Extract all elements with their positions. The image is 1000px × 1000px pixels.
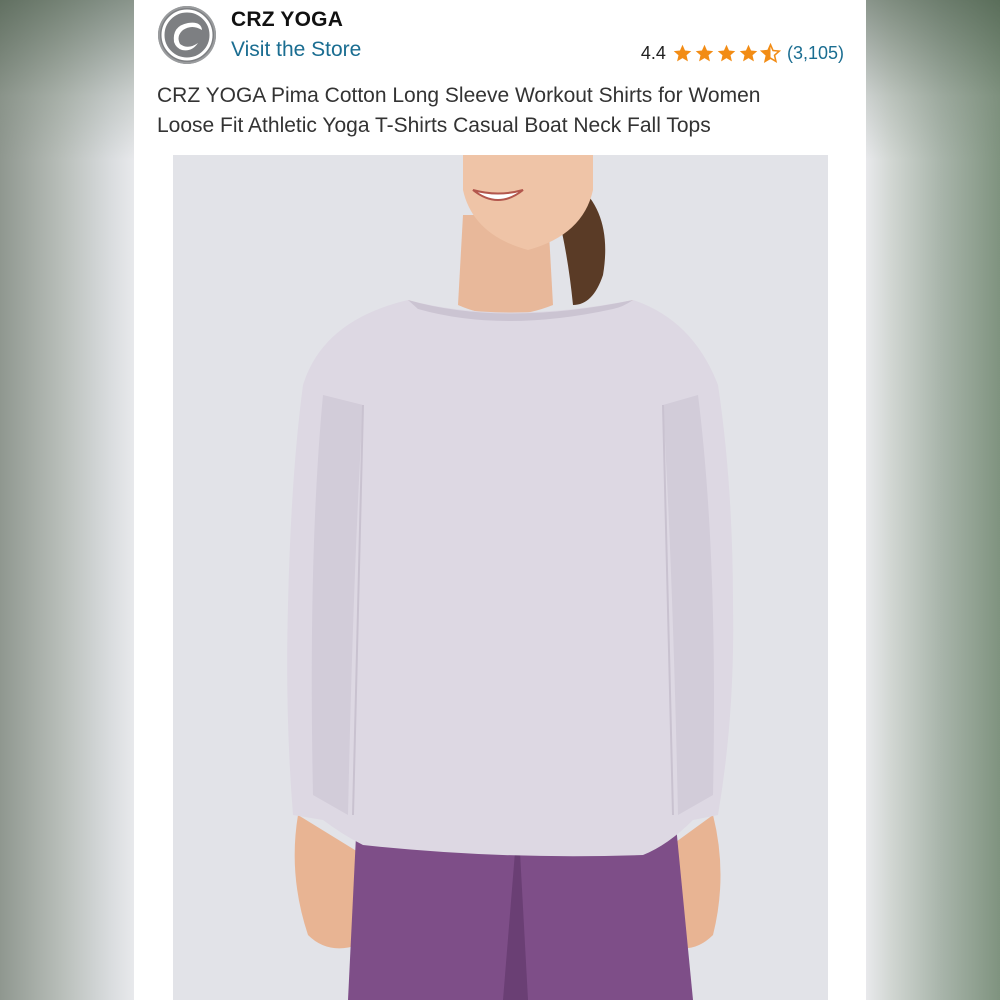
product-card: CRZ YOGA Visit the Store 4.4 (3,105) CRZ…: [134, 0, 866, 1000]
product-header: CRZ YOGA Visit the Store 4.4 (3,105) CRZ…: [134, 0, 866, 148]
model-illustration: [287, 155, 734, 1000]
star-icon: [673, 44, 692, 61]
brand-name: CRZ YOGA: [231, 8, 344, 31]
half-star-icon: [759, 42, 781, 63]
brand-logo-icon[interactable]: [158, 6, 216, 64]
product-image[interactable]: [173, 155, 828, 1000]
star-icon: [695, 44, 714, 61]
review-count-link[interactable]: (3,105): [787, 43, 844, 64]
rating-summary[interactable]: 4.4 (3,105): [641, 40, 844, 66]
rating-value: 4.4: [640, 42, 666, 63]
star-icon: [717, 44, 736, 61]
star-rating[interactable]: [672, 42, 781, 64]
visit-store-link[interactable]: Visit the Store: [231, 38, 361, 62]
product-title-line: Loose Fit Athletic Yoga T-Shirts Casual …: [157, 114, 711, 137]
product-title[interactable]: CRZ YOGA Pima Cotton Long Sleeve Workout…: [157, 81, 847, 141]
product-title-line: CRZ YOGA Pima Cotton Long Sleeve Workout…: [157, 84, 761, 107]
star-icon: [739, 44, 758, 61]
